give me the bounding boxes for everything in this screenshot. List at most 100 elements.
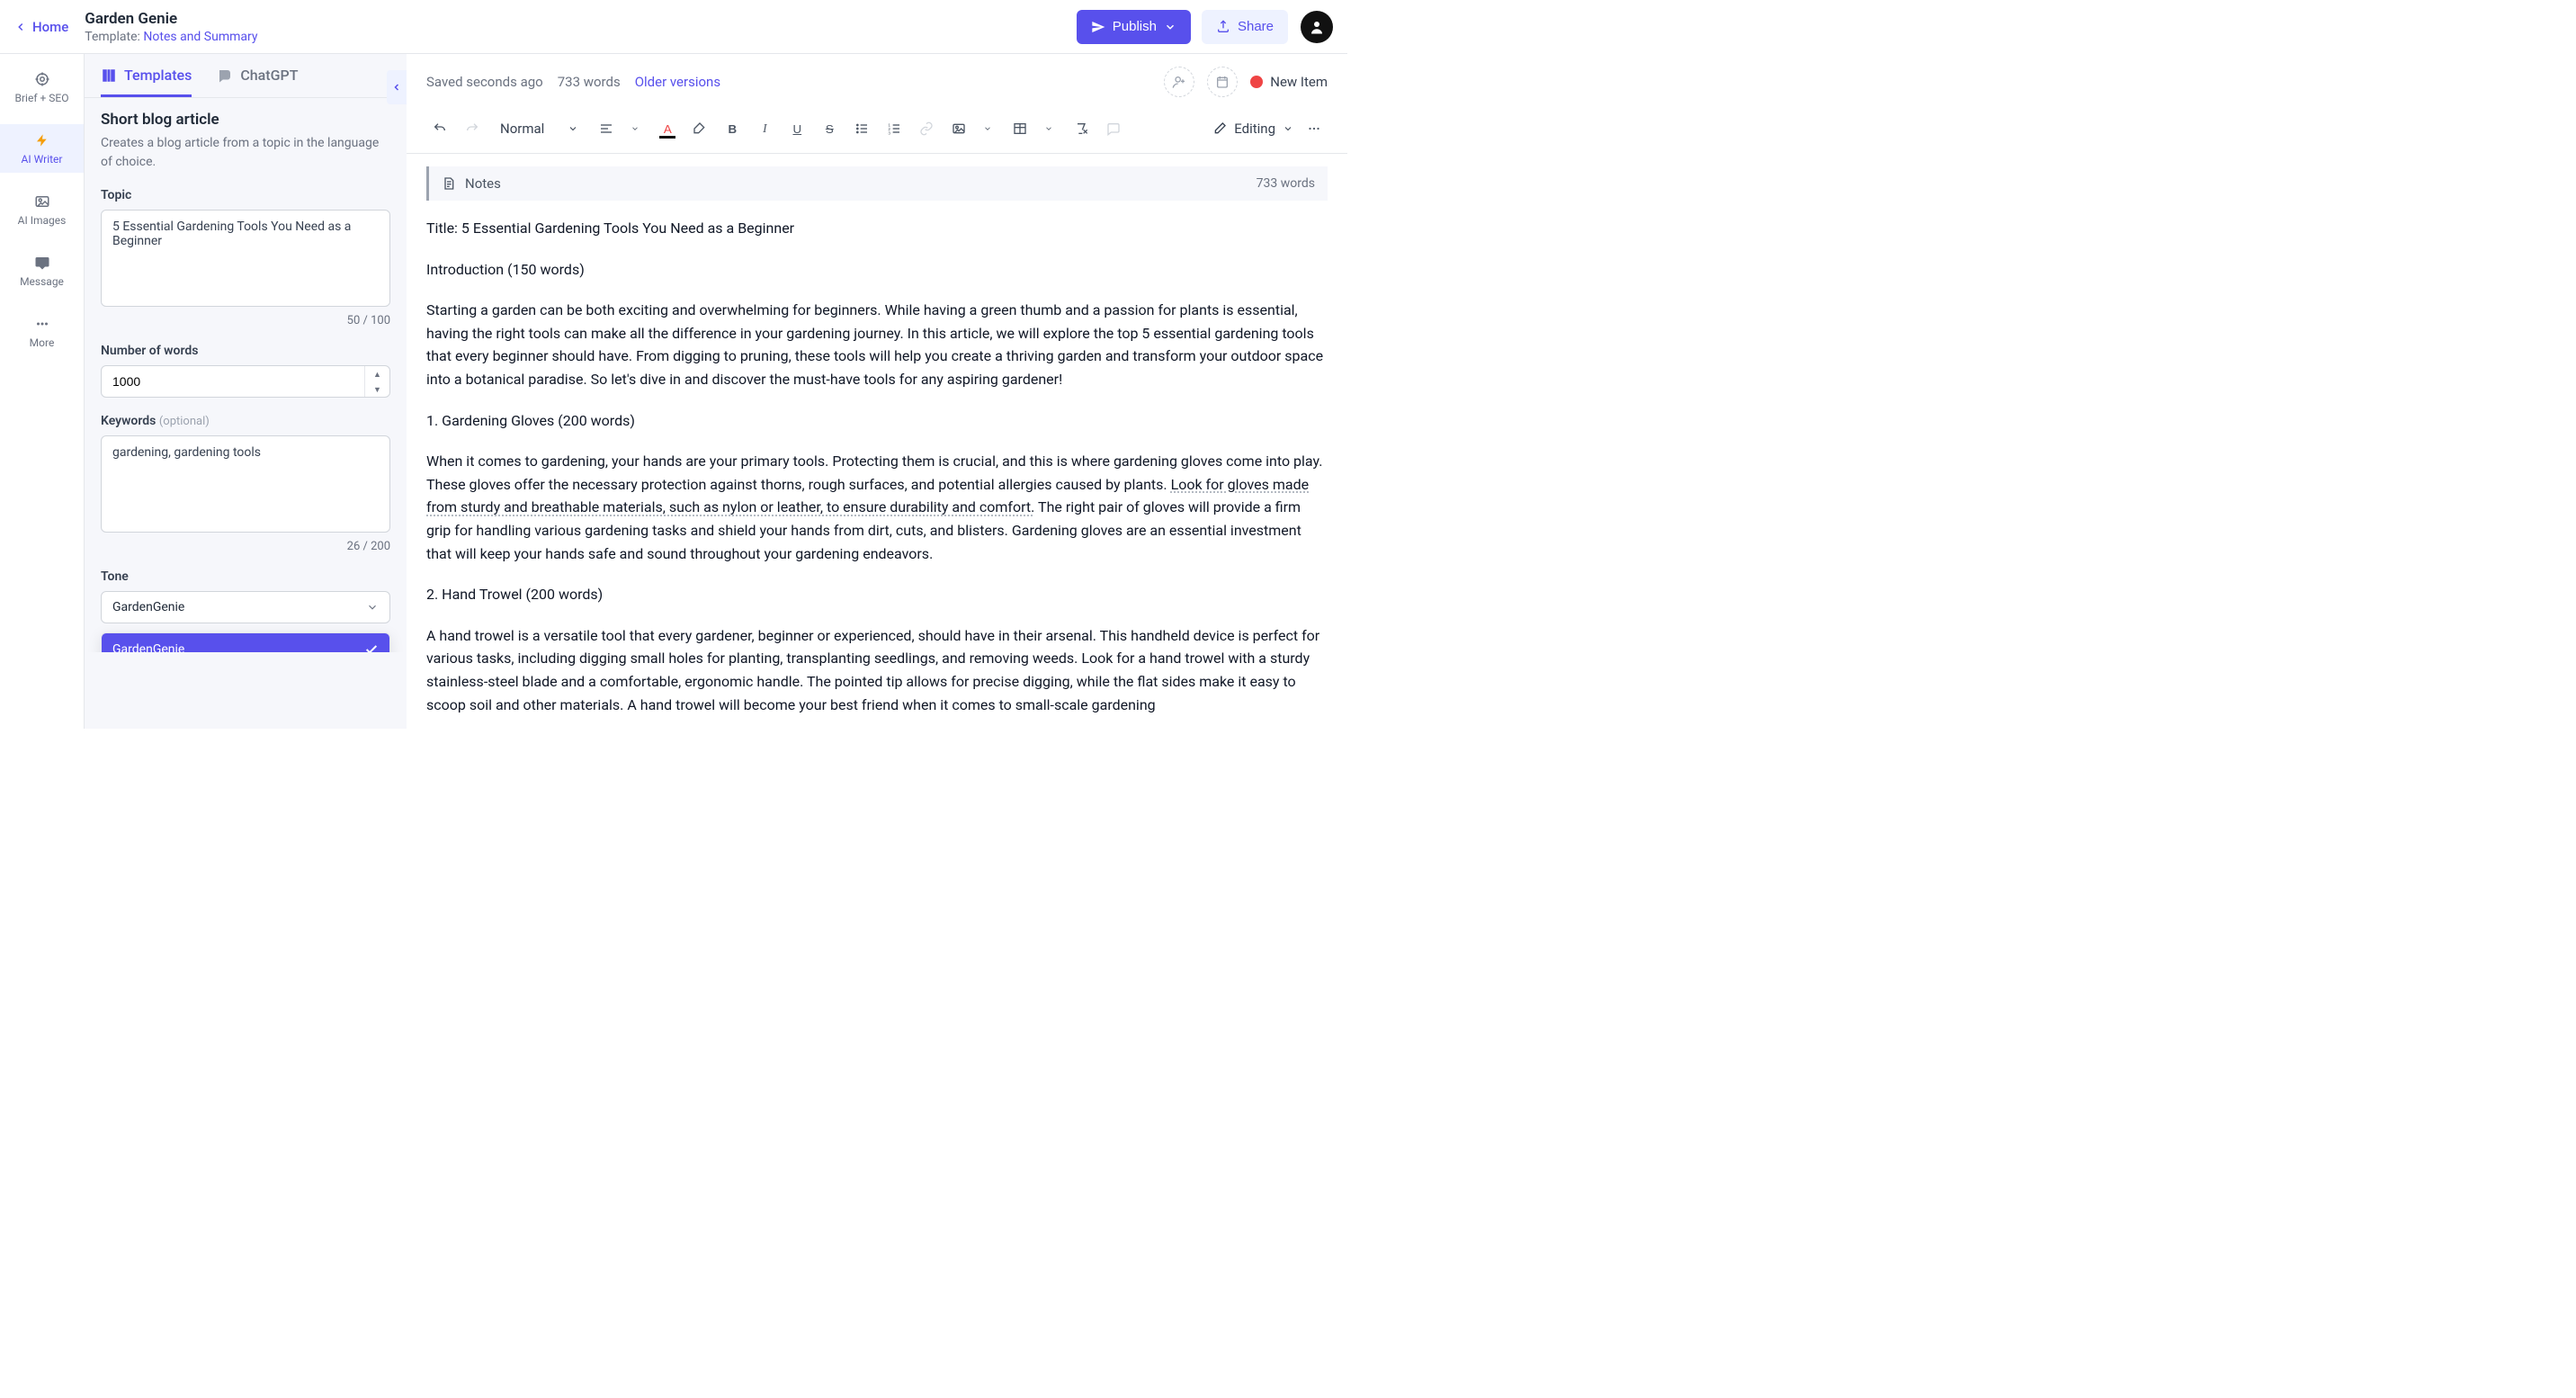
nav-item-message[interactable]: Message <box>0 246 84 295</box>
notes-section-header[interactable]: Notes 733 words <box>426 166 1328 201</box>
text-color-button[interactable]: A <box>654 115 681 142</box>
add-collaborator-button[interactable] <box>1164 67 1194 97</box>
doc-s2-body: A hand trowel is a versatile tool that e… <box>426 624 1328 716</box>
wordcount-step-up[interactable]: ▲ <box>365 366 389 381</box>
dots-icon <box>1306 121 1322 137</box>
template-description: Creates a blog article from a topic in t… <box>101 134 390 172</box>
insert-table-dropdown[interactable] <box>1035 115 1062 142</box>
status-selector[interactable]: New Item <box>1250 74 1328 90</box>
notes-icon <box>442 176 456 191</box>
share-button[interactable]: Share <box>1202 10 1288 44</box>
chevron-down-icon <box>983 124 992 133</box>
align-dropdown[interactable] <box>622 115 648 142</box>
image-icon <box>952 121 966 136</box>
template-title: Short blog article <box>101 111 390 129</box>
chatgpt-icon <box>217 67 233 84</box>
chevron-left-icon <box>14 21 27 33</box>
highlight-button[interactable] <box>686 115 713 142</box>
doc-s1-heading: 1. Gardening Gloves (200 words) <box>426 409 1328 433</box>
text-color-underline-icon <box>659 136 675 139</box>
older-versions-link[interactable]: Older versions <box>635 74 720 90</box>
insert-image-dropdown[interactable] <box>974 115 1001 142</box>
link-button[interactable] <box>913 115 940 142</box>
send-icon <box>1091 20 1105 34</box>
topic-input[interactable] <box>101 210 390 307</box>
numbered-list-button[interactable]: 123 <box>881 115 908 142</box>
topic-label: Topic <box>101 188 390 202</box>
tab-chatgpt[interactable]: ChatGPT <box>217 67 298 97</box>
calendar-icon <box>1215 75 1230 89</box>
strikethrough-button[interactable]: S <box>816 115 843 142</box>
notes-word-count: 733 words <box>1257 176 1315 191</box>
italic-button[interactable]: I <box>751 115 778 142</box>
doc-s1-body: When it comes to gardening, your hands a… <box>426 450 1328 565</box>
paragraph-style-select[interactable]: Normal <box>491 115 587 142</box>
chevron-down-icon <box>1044 124 1053 133</box>
tone-option-gardengenie[interactable]: GardenGenie <box>102 633 389 652</box>
bolt-icon <box>33 131 51 149</box>
keywords-counter: 26 / 200 <box>101 540 390 553</box>
align-button[interactable] <box>593 115 620 142</box>
wordcount-label: Number of words <box>101 344 390 358</box>
chat-icon <box>33 254 51 272</box>
highlight-icon <box>693 121 707 136</box>
nav-label: Message <box>20 275 64 288</box>
keywords-label: Keywords (optional) <box>101 414 390 428</box>
nav-item-ai-images[interactable]: AI Images <box>0 185 84 234</box>
collapse-panel-button[interactable] <box>387 70 407 104</box>
undo-button[interactable] <box>426 115 453 142</box>
insert-table-button[interactable] <box>1006 115 1033 142</box>
more-toolbar-button[interactable] <box>1301 115 1328 142</box>
doc-intro-heading: Introduction (150 words) <box>426 258 1328 282</box>
home-link[interactable]: Home <box>14 19 85 35</box>
user-icon <box>1309 19 1325 35</box>
avatar[interactable] <box>1301 11 1333 43</box>
left-nav: Brief + SEO AI Writer AI Images Message … <box>0 54 85 729</box>
saved-status: Saved seconds ago <box>426 74 543 90</box>
doc-s2-heading: 2. Hand Trowel (200 words) <box>426 583 1328 606</box>
nav-item-more[interactable]: More <box>0 308 84 356</box>
comment-icon <box>1106 121 1121 136</box>
clear-format-icon <box>1074 121 1088 136</box>
document-content[interactable]: Title: 5 Essential Gardening Tools You N… <box>426 217 1328 716</box>
svg-text:3: 3 <box>889 131 891 136</box>
chevron-down-icon <box>1164 21 1176 33</box>
template-line: Template: Notes and Summary <box>85 30 257 44</box>
nav-label: AI Writer <box>22 153 63 166</box>
underline-button[interactable]: U <box>783 115 810 142</box>
user-plus-icon <box>1172 75 1186 89</box>
table-icon <box>1013 121 1027 136</box>
nav-item-ai-writer[interactable]: AI Writer <box>0 124 84 173</box>
due-date-button[interactable] <box>1207 67 1238 97</box>
project-title: Garden Genie <box>85 9 257 29</box>
nav-item-brief-seo[interactable]: Brief + SEO <box>0 63 84 112</box>
tone-select[interactable]: GardenGenie <box>101 591 390 623</box>
insert-image-button[interactable] <box>945 115 972 142</box>
publish-button[interactable]: Publish <box>1077 10 1191 44</box>
nav-label: Brief + SEO <box>15 92 69 104</box>
check-icon <box>364 642 379 652</box>
template-link[interactable]: Notes and Summary <box>143 30 257 44</box>
wordcount-step-down[interactable]: ▼ <box>365 381 389 397</box>
doc-intro-body: Starting a garden can be both exciting a… <box>426 299 1328 390</box>
bold-button[interactable]: B <box>719 115 746 142</box>
link-icon <box>919 121 934 136</box>
align-left-icon <box>599 121 613 136</box>
image-icon <box>33 193 51 211</box>
redo-button[interactable] <box>459 115 486 142</box>
comment-button[interactable] <box>1100 115 1127 142</box>
word-count-top: 733 words <box>558 74 621 90</box>
tab-templates[interactable]: Templates <box>101 67 192 97</box>
bulleted-list-button[interactable] <box>848 115 875 142</box>
home-label: Home <box>32 19 68 35</box>
chevron-down-icon <box>1283 123 1293 134</box>
clear-formatting-button[interactable] <box>1068 115 1095 142</box>
chevron-left-icon <box>391 82 402 93</box>
editing-mode-select[interactable]: Editing <box>1212 121 1293 137</box>
status-dot-icon <box>1250 76 1263 88</box>
wordcount-input[interactable] <box>101 365 390 398</box>
keywords-input[interactable] <box>101 435 390 533</box>
document-area[interactable]: Notes 733 words Title: 5 Essential Garde… <box>407 154 1347 729</box>
dots-icon <box>33 315 51 333</box>
target-icon <box>33 70 51 88</box>
